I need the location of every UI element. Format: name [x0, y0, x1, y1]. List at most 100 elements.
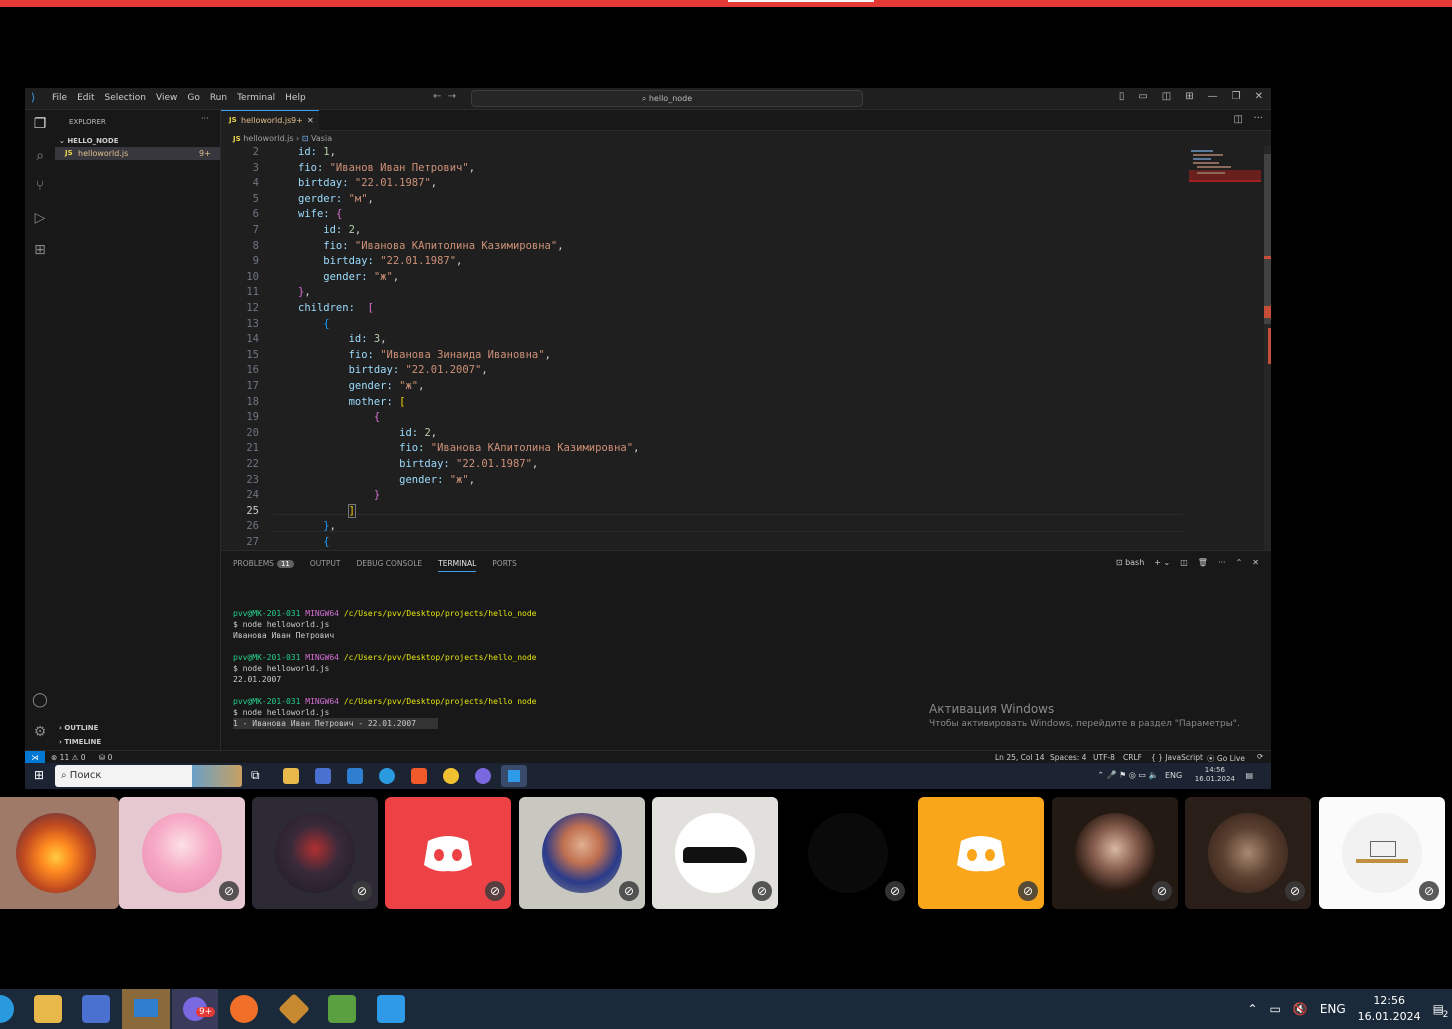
panel-toggle-icon[interactable]: ▭ [1138, 91, 1147, 102]
indentation[interactable]: Spaces: 4 [1050, 753, 1086, 762]
account-icon[interactable]: ◯ [31, 692, 49, 710]
tab-terminal[interactable]: TERMINAL [438, 559, 477, 572]
split-editor-icon[interactable]: ◫ [1234, 114, 1243, 125]
tray-clock[interactable]: 14:56 16.01.2024 [1195, 766, 1235, 784]
menu-edit[interactable]: Edit [77, 93, 94, 103]
mail-taskbar-button[interactable] [122, 989, 170, 1029]
editor-more-icon[interactable]: ··· [1253, 113, 1263, 124]
restore-button[interactable]: ❐ [1232, 91, 1241, 102]
screen-share-tab[interactable] [728, 0, 874, 2]
timeline-section[interactable]: › TIMELINE [59, 738, 101, 746]
participant-tile[interactable]: ⊘ [519, 797, 645, 909]
participant-tile[interactable]: ⊘ [119, 797, 245, 909]
tab-helloworld[interactable]: JS helloworld.js 9+ ✕ [221, 110, 319, 131]
terminal-output[interactable]: pvv@MK-201-031 MINGW64 /c/Users/pvv/Desk… [233, 597, 536, 763]
tray-clock[interactable]: 12:56 16.01.2024 [1358, 993, 1421, 1025]
nodejs-icon[interactable] [328, 995, 356, 1023]
menu-help[interactable]: Help [285, 93, 306, 103]
participant-tile[interactable]: ⊘ [918, 797, 1044, 909]
store-icon[interactable] [82, 995, 110, 1023]
participant-tile[interactable]: ⊘ [1185, 797, 1311, 909]
run-debug-icon[interactable]: ▷ [31, 210, 49, 228]
breadcrumb-file[interactable]: helloworld.js [243, 134, 293, 143]
explorer-icon[interactable]: ❐ [31, 116, 49, 134]
participant-tile[interactable]: ⊘ [385, 797, 511, 909]
settings-gear-icon[interactable]: ⚙ [31, 724, 49, 742]
source-control-icon[interactable]: ⑂ [31, 178, 49, 196]
tab-problems[interactable]: PROBLEMS 11 [233, 559, 294, 572]
menu-terminal[interactable]: Terminal [237, 93, 275, 103]
mail-icon[interactable] [347, 768, 363, 784]
extensions-icon[interactable]: ⊞ [31, 242, 49, 260]
participant-tile[interactable]: ⊘ [1052, 797, 1178, 909]
minimap[interactable] [1189, 146, 1264, 550]
menu-go[interactable]: Go [187, 93, 199, 103]
command-center-search[interactable]: ⌕ hello_node [471, 90, 863, 107]
file-item-helloworld[interactable]: JS helloworld.js 9+ [55, 147, 220, 160]
tray-lang[interactable]: ENG [1165, 771, 1182, 780]
problems-status[interactable]: ⊗ 11 ⚠ 0 [51, 753, 85, 762]
edge-icon[interactable] [379, 768, 395, 784]
tray-chevron-icon[interactable]: ⌃ [1247, 1002, 1257, 1016]
split-icon[interactable]: ◫ [1162, 91, 1171, 102]
encoding[interactable]: UTF-8 [1093, 753, 1115, 762]
vscode-icon[interactable] [377, 995, 405, 1023]
network-icon[interactable]: ▭ [1270, 1002, 1281, 1016]
discord-icon[interactable] [475, 768, 491, 784]
tray-icons[interactable]: ⌃ 🎤 ⚑ ◎ ▭ 🔈 [1097, 771, 1158, 780]
menu-selection[interactable]: Selection [105, 93, 146, 103]
maximize-panel-icon[interactable]: ⌃ [1236, 558, 1243, 567]
panel-more-icon[interactable]: ··· [1218, 558, 1226, 567]
close-button[interactable]: ✕ [1255, 91, 1263, 102]
task-view-icon[interactable]: ⧉ [251, 768, 267, 784]
tab-ports[interactable]: PORTS [492, 559, 516, 572]
participant-tile[interactable] [0, 797, 119, 909]
file-explorer-icon[interactable] [34, 995, 62, 1023]
breadcrumb-symbol[interactable]: Vasia [311, 134, 332, 143]
tab-close-icon[interactable]: ✕ [307, 111, 314, 130]
editor-scrollbar[interactable] [1264, 146, 1271, 550]
minimize-button[interactable]: — [1208, 91, 1218, 102]
code-editor[interactable]: 2 3 4 5 6 7 8 9 10 11 12 13 14 15 16 17 18 19 20 21 22 23 24 25… [221, 146, 1183, 550]
participant-tile[interactable]: ⊘ [1319, 797, 1445, 909]
terminal-shell-selector[interactable]: ⊡ bash [1116, 558, 1144, 567]
notifications-icon[interactable]: ⟳ [1257, 752, 1263, 761]
edge-icon[interactable] [0, 995, 14, 1023]
search-icon[interactable]: ⌕ [31, 148, 49, 166]
volume-muted-icon[interactable]: 🔇 [1293, 1002, 1308, 1016]
vscode-taskbar-button[interactable] [501, 765, 527, 787]
participant-tile[interactable]: ⊘ [252, 797, 378, 909]
menu-file[interactable]: File [52, 93, 67, 103]
participant-tile[interactable]: ⊘ [652, 797, 778, 909]
cursor-position[interactable]: Ln 25, Col 14 [995, 753, 1044, 762]
remote-indicator-icon[interactable]: ⋊ [25, 751, 45, 763]
close-panel-icon[interactable]: ✕ [1252, 558, 1259, 567]
go-live-button[interactable]: ⦿ Go Live [1207, 753, 1245, 763]
tab-output[interactable]: OUTPUT [310, 559, 341, 572]
tab-debug-console[interactable]: DEBUG CONSOLE [356, 559, 422, 572]
menu-view[interactable]: View [156, 93, 177, 103]
chrome-icon[interactable] [443, 768, 459, 784]
tray-notification-icon[interactable]: ▤ [1245, 771, 1253, 780]
remote-search-box[interactable]: ⌕ Поиск [55, 765, 242, 787]
layout-icon[interactable]: ▯ [1119, 91, 1125, 102]
kill-terminal-icon[interactable]: 🗑 [1198, 558, 1208, 567]
scroll-thumb[interactable] [1264, 154, 1271, 324]
customize-layout-icon[interactable]: ⊞ [1185, 91, 1193, 102]
folder-hello-node[interactable]: ⌄ HELLO_NODE [59, 137, 118, 145]
brave-icon[interactable] [411, 768, 427, 784]
more-actions-icon[interactable]: ··· [201, 114, 209, 123]
new-terminal-icon[interactable]: + ⌄ [1154, 558, 1170, 567]
postman-icon[interactable] [230, 995, 258, 1023]
ports-status[interactable]: ⛁ 0 [99, 753, 112, 762]
start-icon[interactable]: ⊞ [34, 768, 44, 782]
file-explorer-icon[interactable] [283, 768, 299, 784]
split-terminal-icon[interactable]: ◫ [1180, 558, 1188, 567]
tray-lang[interactable]: ENG [1320, 1002, 1346, 1016]
language-mode[interactable]: { } JavaScript [1151, 753, 1203, 762]
git-icon[interactable] [278, 993, 310, 1025]
notification-center-icon[interactable]: ▤ 2 [1433, 1002, 1449, 1020]
outline-section[interactable]: › OUTLINE [59, 724, 98, 732]
store-icon[interactable] [315, 768, 331, 784]
discord-taskbar-button[interactable]: 9+ [172, 989, 218, 1029]
